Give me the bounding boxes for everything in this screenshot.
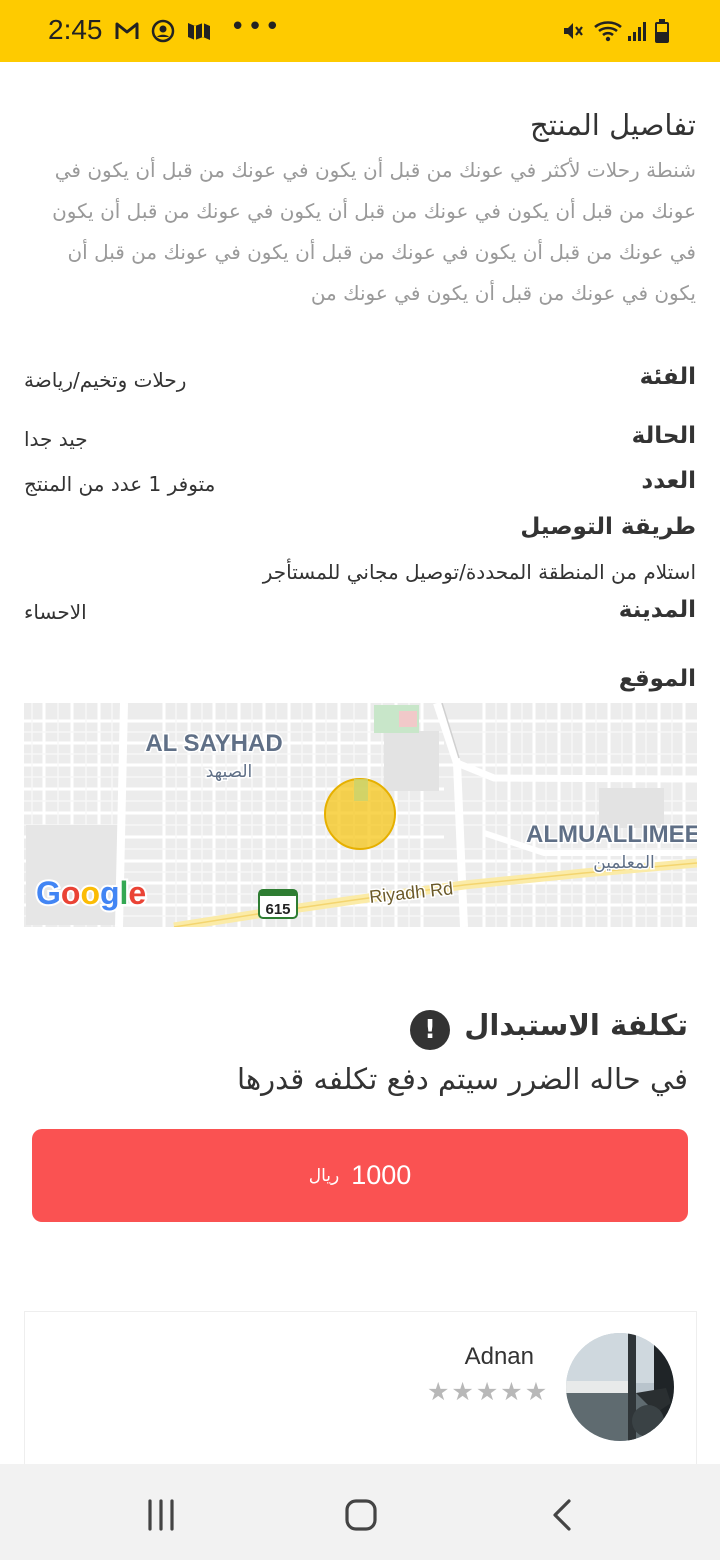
- maps-icon: [185, 16, 213, 46]
- replacement-cost-note: في حاله الضرر سيتم دفع تكلفه قدرها: [237, 1062, 688, 1096]
- map-district-label-2: ALMUALLIMEE: [526, 821, 697, 848]
- status-time: 2:45: [48, 14, 103, 45]
- google-letter: l: [120, 875, 129, 911]
- avatar[interactable]: [566, 1333, 674, 1441]
- delivery-method-value: استلام من المنطقة المحددة/توصيل مجاني لل…: [262, 560, 696, 584]
- mute-icon: [560, 16, 586, 46]
- home-icon: [345, 1499, 377, 1531]
- route-number: 615: [265, 901, 290, 918]
- back-button[interactable]: [533, 1490, 593, 1540]
- status-bar: 2:45 •••: [0, 0, 720, 62]
- price-amount: 1000: [351, 1160, 412, 1190]
- google-letter: G: [36, 875, 61, 911]
- star-icon: ★: [524, 1377, 548, 1406]
- google-letter: e: [128, 875, 146, 911]
- category-label: الفئة: [639, 364, 696, 390]
- owner-name: Adnan: [464, 1343, 534, 1370]
- product-description: شنطة رحلات لأكثر في عونك من قبل أن يكون …: [52, 158, 696, 305]
- map-district-label-1-ar: الصيهد: [206, 762, 253, 782]
- condition-value: جيد جدا: [24, 427, 88, 451]
- google-logo: Google: [36, 875, 146, 911]
- google-letter: o: [80, 875, 100, 911]
- category-value: رحلات وتخيم/رياضة: [24, 368, 187, 392]
- route-shield-icon: 615: [258, 889, 298, 919]
- city-value: الاحساء: [24, 600, 87, 624]
- star-icon: ★: [451, 1377, 474, 1406]
- product-details-title: تفاصيل المنتج: [529, 108, 696, 142]
- account-circle-icon: [150, 16, 176, 46]
- location-map[interactable]: AL SAYHAD الصيهد ALMUALLIMEE المعلمين Ri…: [24, 703, 697, 927]
- google-letter: g: [100, 875, 120, 911]
- map-graphic: AL SAYHAD الصيهد ALMUALLIMEE المعلمين Ri…: [24, 703, 697, 927]
- map-district-label-2-ar: المعلمين: [593, 853, 654, 873]
- gmail-icon: [114, 16, 140, 46]
- wifi-icon: [592, 16, 624, 46]
- quantity-value: متوفر 1 عدد من المنتج: [24, 472, 216, 496]
- quantity-label: العدد: [641, 468, 696, 494]
- more-notifications-icon: •••: [230, 12, 283, 42]
- battery-icon: [652, 16, 672, 46]
- back-icon: [553, 1499, 571, 1531]
- warning-icon: !: [410, 1010, 450, 1050]
- delivery-method-label: طريقة التوصيل: [520, 514, 696, 540]
- star-icon: ★: [475, 1377, 499, 1406]
- star-icon: ★: [500, 1377, 523, 1406]
- recents-button[interactable]: [131, 1490, 191, 1540]
- city-label: المدينة: [618, 597, 696, 623]
- replacement-price-button[interactable]: ريال 1000: [32, 1129, 688, 1222]
- price-currency: ريال: [308, 1165, 340, 1186]
- google-letter: o: [61, 875, 81, 911]
- signal-icon: [626, 16, 650, 46]
- replacement-cost-title: تكلفة الاستبدال: [464, 1008, 688, 1042]
- owner-rating: ★ ★ ★ ★ ★: [427, 1378, 547, 1406]
- star-icon: ★: [427, 1377, 450, 1406]
- condition-label: الحالة: [631, 423, 696, 449]
- map-district-label-1: AL SAYHAD: [145, 730, 282, 757]
- recents-icon: [148, 1499, 174, 1531]
- location-label: الموقع: [618, 666, 696, 692]
- home-button[interactable]: [331, 1490, 391, 1540]
